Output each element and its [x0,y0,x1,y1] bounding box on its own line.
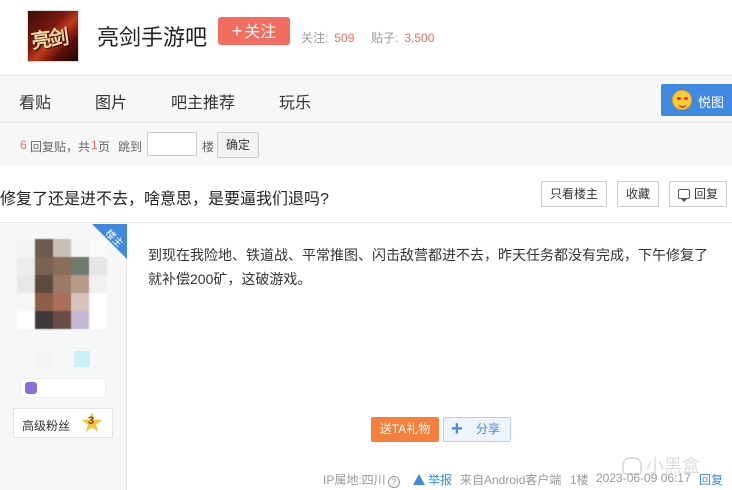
author-column: 楼主 高级粉丝 3 [0,224,127,490]
user-badge-row [20,378,106,398]
reply-text: 回复贴，共 [30,140,91,154]
reply-count: 6 [20,138,27,152]
pager-bar: 6 回复贴，共 1 页 跳到 楼 确定 [0,124,732,166]
plus-icon: + [451,418,463,440]
post-source: 来自Android客户端 [460,473,562,487]
share-button[interactable]: + 分享 [443,417,511,442]
reply-button[interactable]: 回复 [669,181,727,207]
thread-title: 修复了还是进不去，啥意思，是要逼我们退吗? [0,191,329,208]
avatar-fragment [74,351,90,367]
fan-level-number: 3 [88,415,95,427]
posts-count: 3,500 [404,31,435,45]
page-count: 1 [91,138,98,152]
forum-header: 亮剑 亮剑手游吧 + 关注 关注: 509 贴子: 3,500 [0,0,732,75]
help-icon[interactable]: ? [387,476,400,488]
yuetu-label: 悦图 [698,95,725,110]
post-reply-link[interactable]: 回复 [699,471,723,488]
ip-location: IP属地:四川? [323,471,400,488]
post-datetime: 2023-06-09 06:17 [596,471,691,485]
page-suffix: 页 [98,140,111,154]
report-link[interactable]: 举报 [413,471,452,488]
avatar[interactable] [17,239,110,344]
nav-tab-recommended[interactable]: 吧主推荐 [171,89,235,113]
tieba-thread-page: 亮剑 亮剑手游吧 + 关注 关注: 509 贴子: 3,500 看贴 图片 吧主推荐 … [0,0,732,490]
reply-button-label: 回复 [693,187,718,201]
fan-level-label: 高级粉丝 [22,419,71,433]
posts-stat: 贴子: 3,500 [371,31,435,45]
yuetu-button[interactable]: 悦图 [661,84,732,116]
forum-logo[interactable]: 亮剑 [27,10,79,62]
followers-stat: 关注: 509 [301,31,355,45]
warning-icon [413,474,425,485]
badge-icon [25,382,37,394]
fan-level-badge[interactable]: 高级粉丝 3 [13,408,113,438]
avatar-fragment [36,351,52,367]
followers-count: 509 [334,31,355,45]
follow-label: 关注 [244,24,277,41]
floor-number: 1楼 [570,473,589,487]
send-gift-button[interactable]: 送TA礼物 [371,417,439,442]
follow-button[interactable]: + 关注 [218,17,290,45]
comment-icon [677,189,690,202]
jump-page-input[interactable] [147,132,197,156]
jump-label: 跳到 [118,140,143,154]
plus-icon: + [231,21,243,41]
nav-tab-images[interactable]: 图片 [95,89,127,113]
only-op-button[interactable]: 只看楼主 [541,181,607,207]
forum-nav: 看贴 图片 吧主推荐 玩乐 悦图 [0,75,732,123]
confirm-jump-button[interactable]: 确定 [217,132,259,158]
share-label: 分享 [476,422,501,436]
thread-title-bar: 修复了还是进不去，啥意思，是要逼我们退吗? 只看楼主 收藏 回复 [0,167,732,223]
post-content: 到现在我险地、铁道战、平常推图、闪击敌营都进不去，昨天任务都没有完成，下午修复了… [148,247,708,287]
nav-tab-posts[interactable]: 看贴 [19,89,51,113]
nav-tab-fun[interactable]: 玩乐 [279,89,311,113]
smiley-icon [672,90,692,110]
favorite-button[interactable]: 收藏 [617,181,659,207]
floor-label: 楼 [202,140,215,154]
forum-name[interactable]: 亮剑手游吧 [97,20,207,52]
